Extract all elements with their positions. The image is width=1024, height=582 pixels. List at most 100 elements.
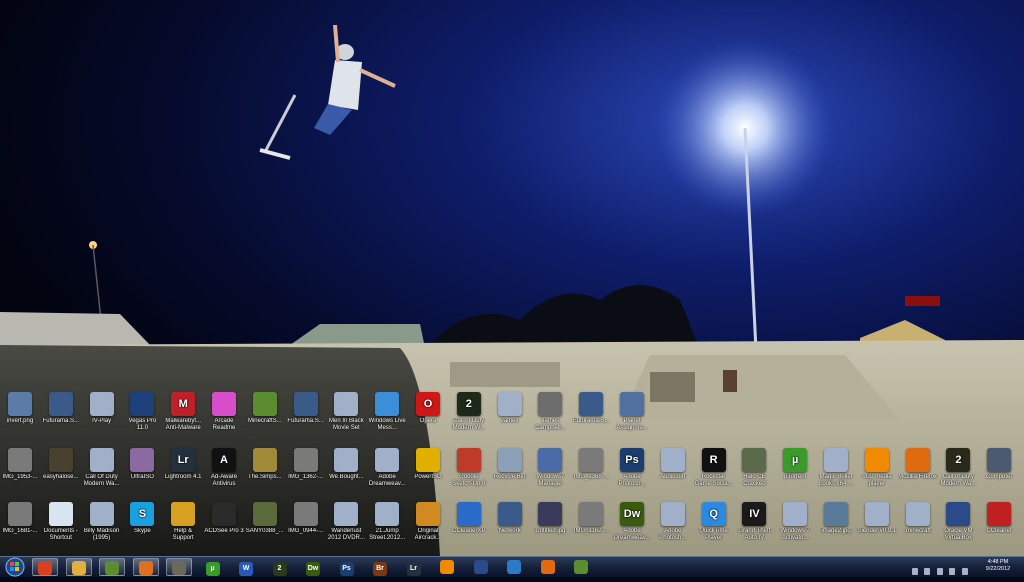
desktop-icon[interactable]: A Ad-Aware Antivirus	[204, 448, 244, 488]
taskbar-utorrent-button[interactable]: µ	[200, 558, 226, 576]
desktop-icon[interactable]: CCleanerXP	[449, 502, 489, 542]
desktop-icon[interactable]: IV-Play	[82, 392, 122, 432]
network-status-icon[interactable]	[936, 568, 943, 575]
desktop-icon[interactable]: S Skype	[122, 502, 162, 542]
desktop-icon[interactable]: IMG_1368-...	[571, 448, 611, 488]
desktop-icon-label: Lightroom 4.1	[164, 474, 202, 480]
desktop-icon[interactable]: Slender v0.9.1	[857, 502, 897, 542]
flag-icon[interactable]	[924, 568, 931, 575]
desktop-icon[interactable]: easyhalose...	[41, 448, 81, 488]
desktop-icon[interactable]: Audiosurf	[653, 448, 693, 488]
desktop-icon[interactable]: The.Simps...	[245, 448, 285, 488]
virtualbox-icon	[946, 502, 971, 526]
photoshop-icon: Ps	[620, 448, 644, 472]
desktop-icon[interactable]: Wanderlust 2012 DVDR...	[326, 502, 366, 542]
desktop-icon[interactable]: Men In Black Movie Set	[326, 392, 366, 432]
desktop-icon[interactable]: 2 Call of Duty Modern Wa...	[938, 448, 978, 488]
desktop-icon[interactable]: IMG_0944-...	[286, 502, 326, 542]
desktop-icon[interactable]: M Malwarebyt... Anti-Malware	[163, 392, 203, 432]
taskbar-bridge-button[interactable]: Br	[367, 558, 393, 576]
desktop-icon[interactable]: IMG_1953-...	[0, 448, 40, 488]
desktop-icon[interactable]: UltraISO	[122, 448, 162, 488]
volume-icon[interactable]	[949, 568, 956, 575]
desktop-icon[interactable]: Computer	[979, 448, 1019, 488]
desktop-icon[interactable]: image2.jpg	[816, 502, 856, 542]
desktop-icon[interactable]: Adobe Photosh...	[653, 502, 693, 542]
desktop-icon[interactable]: Network	[490, 502, 530, 542]
desktop-icon[interactable]: Mozilla Firefox	[898, 448, 938, 488]
shortcut-file-icon	[334, 448, 359, 472]
shortcut-file-icon	[89, 392, 114, 416]
desktop-icon[interactable]: We.Bought...	[326, 448, 366, 488]
desktop-icon[interactable]: Arcade Readme	[204, 392, 244, 432]
taskbar-media-player-button[interactable]	[132, 558, 159, 576]
taskbar-minecraft-button[interactable]	[568, 558, 594, 576]
word-icon: W	[239, 562, 253, 576]
desktop-icon[interactable]: Recycle Bin	[490, 448, 530, 488]
desktop-icon[interactable]: invert.png	[0, 392, 40, 432]
desktop-icon[interactable]: Magic Bullet Looks x64 ...	[816, 448, 856, 488]
system-tray[interactable]	[912, 562, 972, 575]
desktop-icon[interactable]: Original Aircrack...	[408, 502, 448, 542]
desktop-icon[interactable]: Futurama.S...	[286, 392, 326, 432]
desktop-icon-label: Malwarebyt... Anti-Malware	[165, 418, 202, 431]
battery-icon[interactable]	[961, 568, 968, 575]
desktop-icon[interactable]: Futurama.S...	[571, 392, 611, 432]
desktop-icon[interactable]: Untitled.jpg	[530, 502, 570, 542]
desktop-icon[interactable]: 21.Jump Street.2012...	[367, 502, 407, 542]
desktop-icon[interactable]: Billy Madison (1995)	[82, 502, 122, 542]
taskbar-cod-button[interactable]: 2	[267, 558, 293, 576]
taskbar-folder-button[interactable]	[65, 558, 92, 576]
desktop-icon[interactable]: James	[490, 392, 530, 432]
taskbar-dreamweaver-button[interactable]: Dw	[300, 558, 326, 576]
desktop-icon[interactable]: PowerISO	[408, 448, 448, 488]
desktop-icon[interactable]: 2 Call of Duty Modern W...	[449, 392, 489, 432]
desktop-icon[interactable]: Planet Assignme...	[612, 392, 652, 432]
desktop-icon[interactable]: Ps Adobe Photosh...	[612, 448, 652, 488]
desktop-icon[interactable]: VLC media player	[857, 448, 897, 488]
desktop-icon[interactable]: SANY0388_...	[245, 502, 285, 542]
desktop-icon[interactable]: IMG_1681-...	[0, 502, 40, 542]
desktop-icon[interactable]: Help & Support	[163, 502, 203, 542]
desktop-icon[interactable]: Oracle VM VirtualBox	[938, 502, 978, 542]
minecraft-icon	[574, 560, 588, 574]
desktop-icon[interactable]: O Opera	[408, 392, 448, 432]
desktop-icon[interactable]: R Rockstar Game Socia...	[694, 448, 734, 488]
desktop-icon[interactable]: Windows 7 Activato...	[775, 502, 815, 542]
desktop-icon[interactable]: CCleaner	[979, 502, 1019, 542]
taskbar-vlc-button[interactable]	[434, 558, 460, 576]
desktop-icon[interactable]: Documents - Shortcut	[41, 502, 81, 542]
taskbar-lightroom-button[interactable]: Lr	[401, 558, 427, 576]
start-button[interactable]	[2, 557, 28, 577]
desktop-icon[interactable]: ACDSee Pro 3	[204, 502, 244, 542]
desktop-icon[interactable]: Google Sketch-Up 8	[449, 448, 489, 488]
desktop-icon[interactable]: Futurama.S...	[41, 392, 81, 432]
desktop-icon[interactable]: .minecraft	[898, 502, 938, 542]
desktop-icon[interactable]: Windows Live Mess...	[367, 392, 407, 432]
desktop-icon[interactable]: Lr Lightroom 4.1	[163, 448, 203, 488]
desktop-icon[interactable]: James Campbell...	[530, 392, 570, 432]
taskbar-halo-button[interactable]	[166, 558, 192, 576]
desktop-icon[interactable]: Halo CE Cracked	[734, 448, 774, 488]
desktop-icon[interactable]: Adobe Dreamweav...	[367, 448, 407, 488]
desktop-icon[interactable]: IV Grand Theft Auto IV	[734, 502, 774, 542]
desktop-icon[interactable]: Call Of Duty Modern Wa...	[82, 448, 122, 488]
desktop-icon[interactable]: IMG_1162-...	[571, 502, 611, 542]
desktop-icon[interactable]: Windows7 Manager	[530, 448, 570, 488]
taskbar-globe-button[interactable]	[501, 558, 527, 576]
clock[interactable]: 4:48 PM 9/22/2012	[978, 559, 1018, 573]
taskbar-virtualbox-button[interactable]	[468, 558, 494, 576]
show-hidden-icons-icon[interactable]	[912, 568, 918, 575]
taskbar-photoshop-button[interactable]: Ps	[334, 558, 360, 576]
desktop-icon[interactable]: Vegas Pro 11.0	[122, 392, 162, 432]
taskbar-chrome-button[interactable]	[32, 558, 58, 576]
desktop-icon[interactable]: µ µTorrent	[775, 448, 815, 488]
taskbar-word-button[interactable]: W	[233, 558, 259, 576]
desktop-icon[interactable]: Dw Adobe Dreamweav...	[612, 502, 652, 542]
taskbar-firefox-button[interactable]	[535, 558, 561, 576]
taskbar-minecraft-button[interactable]	[99, 558, 125, 576]
desktop-icon-label: IMG_1368-...	[573, 474, 609, 480]
desktop-icon[interactable]: IMG_1362-...	[286, 448, 326, 488]
desktop-icon[interactable]: Q QuickTime Player	[694, 502, 734, 542]
desktop-icon[interactable]: MinecraftS...	[245, 392, 285, 432]
